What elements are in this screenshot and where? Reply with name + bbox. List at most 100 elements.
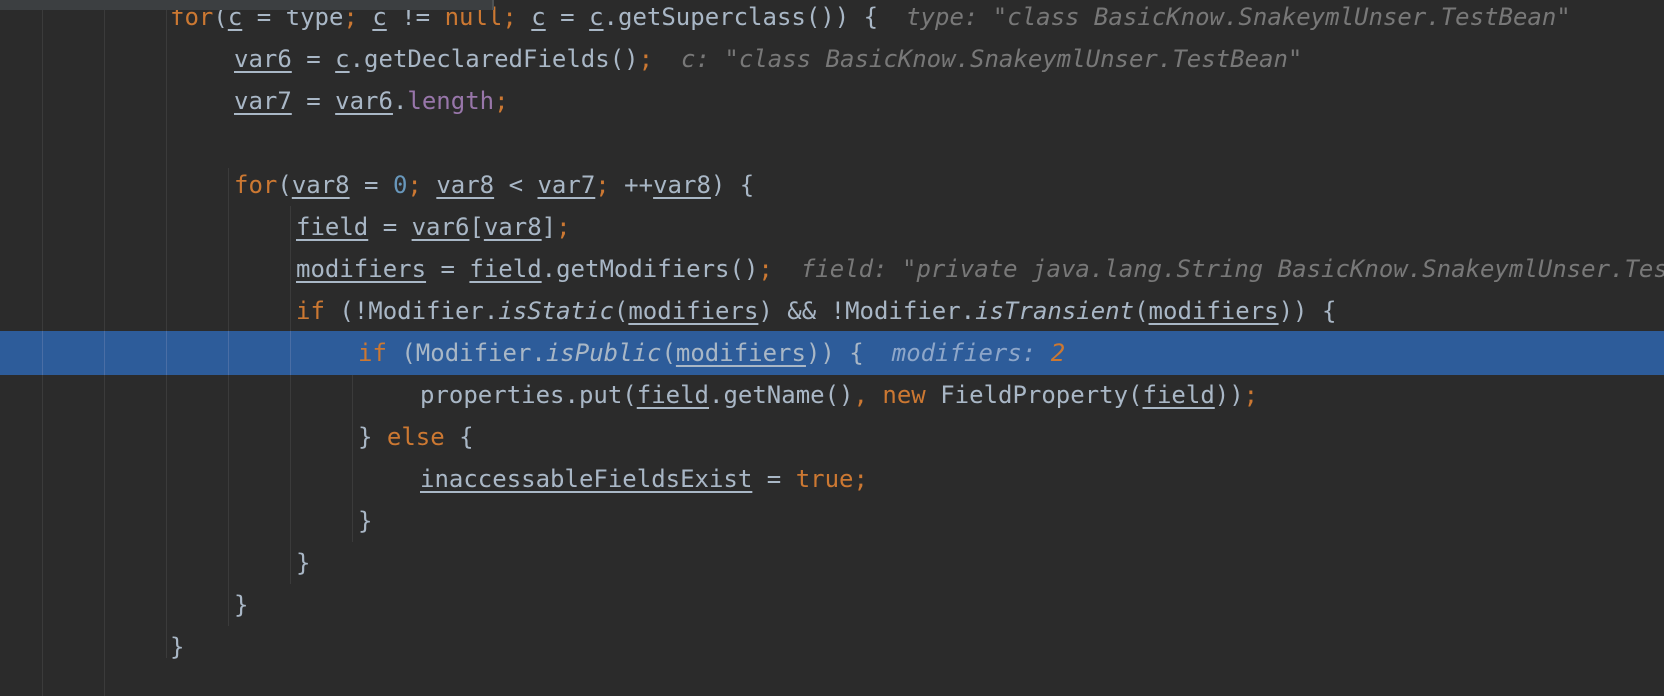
code-token: )) {	[805, 339, 864, 367]
code-token: =	[349, 171, 393, 199]
code-token: field	[469, 255, 542, 283]
code-line[interactable]: field = var6[var8];	[0, 205, 1664, 249]
code-text: for(var8 = 0; var8 < var7; ++var8) {	[234, 163, 754, 207]
code-token: isPublic	[545, 339, 662, 367]
code-line[interactable]: }	[0, 625, 1664, 669]
code-text: }	[234, 583, 248, 627]
code-token: var6	[411, 213, 470, 241]
indent-guide	[42, 331, 43, 375]
code-token: field	[636, 381, 709, 409]
code-text: inaccessableFieldsExist = true;	[420, 457, 868, 501]
code-token: (!Modifier.	[324, 297, 499, 325]
debug-hint-value: 2	[1050, 339, 1066, 367]
code-token: ;	[853, 465, 868, 493]
code-token: var8	[436, 171, 495, 199]
code-token: true	[795, 465, 854, 493]
code-line[interactable]: properties.put(field.getName(), new Fiel…	[0, 373, 1664, 417]
debug-inline-value-hint: c: "class BasicKnow.SnakeymlUnser.TestBe…	[681, 45, 1302, 73]
code-token: ,	[853, 381, 868, 409]
code-token: properties.put(	[420, 381, 637, 409]
code-text: }	[170, 625, 184, 669]
code-line[interactable]: var7 = var6.length;	[0, 79, 1664, 123]
code-token: =	[291, 45, 336, 73]
code-token: ;	[556, 213, 571, 241]
code-line[interactable]: }	[0, 499, 1664, 543]
code-token: if	[296, 297, 325, 325]
code-token: .	[392, 87, 408, 115]
code-token: }	[358, 507, 373, 535]
code-token: =	[368, 213, 412, 241]
code-token: ;	[407, 171, 422, 199]
code-token: new	[882, 381, 926, 409]
code-token: var6	[335, 87, 393, 115]
code-token: field	[1142, 381, 1215, 409]
debug-hint-text: type: "class BasicKnow.SnakeymlUnser.Tes…	[906, 3, 1571, 31]
code-token: ++	[609, 171, 654, 199]
code-text: if (Modifier.isPublic(modifiers)) {modif…	[358, 331, 1065, 375]
code-line[interactable]: } else {	[0, 415, 1664, 459]
code-token: isTransient	[975, 297, 1135, 325]
code-text: } else {	[358, 415, 474, 459]
code-token: FieldProperty(	[925, 381, 1143, 409]
code-text: }	[296, 541, 310, 585]
code-token: =	[426, 255, 470, 283]
indent-guide	[166, 331, 167, 375]
code-token: (	[661, 339, 676, 367]
code-token: c	[589, 3, 604, 31]
code-text: properties.put(field.getName(), new Fiel…	[420, 373, 1258, 417]
code-token: [	[469, 213, 484, 241]
code-token: {	[444, 423, 474, 451]
code-line[interactable]: }	[0, 541, 1664, 585]
code-token: ;	[758, 255, 773, 283]
code-line[interactable]: if (!Modifier.isStatic(modifiers) && !Mo…	[0, 289, 1664, 333]
code-token: )) {	[1278, 297, 1337, 325]
code-token: var7	[234, 87, 292, 115]
code-token: var8	[483, 213, 542, 241]
code-text: modifiers = field.getModifiers(); field: …	[296, 247, 1664, 291]
code-token: .getSuperclass()) {	[603, 3, 879, 31]
code-token: length	[407, 87, 495, 115]
code-token: ;	[638, 45, 654, 73]
debug-hint-text: c: "class BasicKnow.SnakeymlUnser.TestBe…	[681, 45, 1303, 73]
code-token: var8	[653, 171, 711, 199]
code-line[interactable]	[0, 121, 1664, 165]
code-token: var8	[291, 171, 350, 199]
indent-guide	[104, 331, 105, 375]
code-line[interactable]: for(var8 = 0; var8 < var7; ++var8) {	[0, 163, 1664, 207]
code-token: ;	[595, 171, 610, 199]
code-line[interactable]: modifiers = field.getModifiers(); field: …	[0, 247, 1664, 291]
code-token: ;	[502, 3, 517, 31]
code-line[interactable]: var6 = c.getDeclaredFields(); c: "class B…	[0, 37, 1664, 81]
code-token: modifiers	[296, 255, 427, 283]
code-text: field = var6[var8];	[296, 205, 571, 249]
code-text: var6 = c.getDeclaredFields(); c: "class B…	[234, 37, 1302, 81]
indent-guide	[228, 331, 229, 375]
indent-guide	[290, 331, 291, 375]
code-token: ))	[1214, 381, 1244, 409]
code-line[interactable]: inaccessableFieldsExist = true;	[0, 457, 1664, 501]
debug-inline-value-hint: modifiers: 2	[892, 339, 1065, 367]
code-token: }	[170, 633, 185, 661]
code-token: ;	[1243, 381, 1259, 409]
code-token: (	[277, 171, 292, 199]
code-text: }	[358, 499, 372, 543]
code-token: modifiers	[1148, 297, 1279, 325]
code-token: =	[545, 3, 590, 31]
code-token: modifiers	[675, 339, 806, 367]
editor-tab-strip	[0, 0, 494, 10]
debug-hint-text: modifiers:	[891, 339, 1051, 367]
code-token: c	[335, 45, 350, 73]
code-text: if (!Modifier.isStatic(modifiers) && !Mo…	[296, 289, 1336, 333]
code-token: ]	[541, 213, 557, 241]
debug-hint-text: field: "private java.lang.String BasicKn…	[800, 255, 1664, 283]
execution-point-line[interactable]: if (Modifier.isPublic(modifiers)) {modif…	[0, 331, 1664, 375]
code-editor[interactable]: for(c = type; c != null; c = c.getSuperc…	[0, 0, 1664, 696]
code-token: (	[1134, 297, 1149, 325]
debug-inline-value-hint: type: "class BasicKnow.SnakeymlUnser.Tes…	[906, 3, 1571, 31]
code-token: inaccessableFieldsExist	[420, 465, 753, 493]
code-token: .getName()	[709, 381, 854, 409]
code-line[interactable]: }	[0, 583, 1664, 627]
code-token: }	[358, 423, 387, 451]
